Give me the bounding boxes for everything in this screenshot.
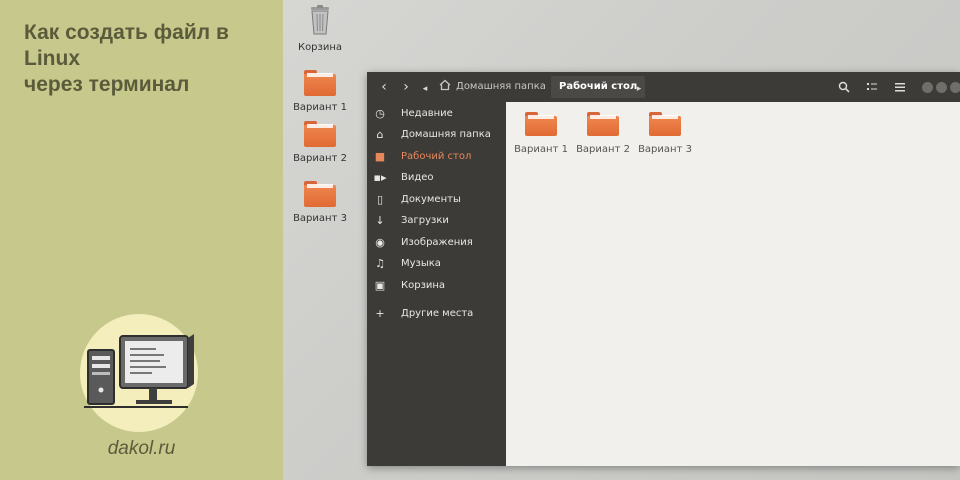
desktop-icon-trash[interactable]: Корзина (282, 4, 358, 53)
desktop-icon-label: Вариант 1 (293, 102, 347, 113)
breadcrumb-scroll-right[interactable]: ▸ (633, 76, 645, 98)
computer-logo-icon (84, 334, 194, 408)
sidebar-item-home[interactable]: ⌂ Домашняя папка (367, 125, 506, 145)
trash-icon: ▣ (374, 279, 386, 292)
breadcrumb-current-label: Рабочий стол (559, 81, 638, 92)
breadcrumb-home[interactable]: Домашняя папка (439, 76, 546, 98)
sidebar-item-label: Недавние (401, 108, 453, 119)
camera-icon: ◉ (375, 236, 385, 249)
desktop-icon-variant-2[interactable]: Вариант 2 (282, 121, 358, 164)
folder-item-label: Вариант 2 (576, 144, 630, 155)
article-title: Как создать файл в Linux через терминал (24, 20, 274, 98)
article-title-line-1: Как создать файл в Linux (24, 21, 229, 70)
folder-icon (587, 112, 619, 136)
chevron-right-icon: › (403, 79, 409, 95)
desktop-icon-label: Вариант 3 (293, 213, 347, 224)
caret-right-icon: ▸ (636, 84, 642, 94)
screenshot-root: Как создать файл в Linux через терминал (0, 0, 960, 480)
sidebar-item-label: Документы (401, 194, 461, 205)
hamburger-menu-icon (895, 83, 905, 92)
folder-icon (304, 181, 336, 207)
list-view-icon (867, 83, 877, 90)
download-icon: ↓ (375, 214, 385, 227)
sidebar-item-desktop[interactable]: ■ Рабочий стол (367, 147, 506, 167)
chevron-left-icon: ‹ (381, 79, 387, 95)
folder-icon (649, 112, 681, 136)
sidebar-item-label: Видео (401, 172, 434, 183)
plus-icon: + (375, 307, 385, 320)
desktop-icon-variant-3[interactable]: Вариант 3 (282, 181, 358, 224)
breadcrumb-current[interactable]: Рабочий стол (551, 76, 646, 98)
sidebar-item-music[interactable]: ♫ Музыка (367, 254, 506, 274)
breadcrumb-scroll-left[interactable]: ◂ (419, 76, 431, 98)
sidebar-item-label: Рабочий стол (401, 151, 472, 162)
sidebar-item-label: Другие места (401, 308, 474, 319)
sidebar-item-pictures[interactable]: ◉ Изображения (367, 233, 506, 253)
document-icon: ▯ (376, 193, 384, 206)
sidebar-item-recent[interactable]: ◷ Недавние (367, 104, 506, 124)
desktop-icon-label: Вариант 2 (293, 153, 347, 164)
sidebar-item-documents[interactable]: ▯ Документы (367, 190, 506, 210)
maximize-button[interactable] (936, 82, 947, 93)
folder-icon: ■ (374, 150, 386, 163)
site-name[interactable]: dakol.ru (0, 438, 283, 460)
folder-icon (304, 121, 336, 147)
sidebar-item-downloads[interactable]: ↓ Загрузки (367, 211, 506, 231)
breadcrumb-home-label: Домашняя папка (456, 81, 546, 92)
places-sidebar: ◷ Недавние ⌂ Домашняя папка ■ Рабочий ст… (367, 102, 506, 466)
close-button[interactable] (950, 82, 960, 93)
forward-button[interactable]: › (395, 76, 417, 98)
sidebar-item-label: Музыка (401, 258, 441, 269)
caret-left-icon: ◂ (422, 84, 428, 94)
folder-icon (304, 70, 336, 96)
home-icon (439, 79, 451, 91)
sidebar-item-label: Корзина (401, 280, 446, 291)
folder-item-label: Вариант 1 (514, 144, 568, 155)
sidebar-item-other-locations[interactable]: + Другие места (367, 304, 506, 324)
clock-icon: ◷ (375, 107, 385, 120)
folder-item-variant-1[interactable]: Вариант 1 (508, 112, 574, 155)
desktop-icon-label: Корзина (297, 42, 343, 53)
sidebar-item-trash[interactable]: ▣ Корзина (367, 276, 506, 296)
folder-icon (525, 112, 557, 136)
folder-item-variant-2[interactable]: Вариант 2 (570, 112, 636, 155)
back-button[interactable]: ‹ (373, 76, 395, 98)
desktop-icon-variant-1[interactable]: Вариант 1 (282, 70, 358, 113)
view-list-button[interactable] (861, 76, 883, 98)
trash-icon (311, 5, 329, 35)
home-icon: ⌂ (376, 128, 384, 141)
sidebar-item-label: Домашняя папка (401, 129, 491, 140)
minimize-button[interactable] (922, 82, 933, 93)
file-manager-window: ‹ › ◂ Домашняя папка Рабочий стол ▸ ◷ Не… (367, 72, 960, 466)
article-banner: Как создать файл в Linux через терминал (0, 0, 283, 480)
search-button[interactable] (833, 76, 855, 98)
article-title-line-2: через терминал (24, 73, 190, 96)
sidebar-item-label: Изображения (401, 237, 473, 248)
folder-item-label: Вариант 3 (638, 144, 692, 155)
search-icon (838, 81, 850, 93)
sidebar-item-label: Загрузки (401, 215, 449, 226)
menu-button[interactable] (889, 76, 911, 98)
sidebar-item-video[interactable]: ▪▸ Видео (367, 168, 506, 188)
file-view: Вариант 1 Вариант 2 Вариант 3 (506, 102, 960, 466)
video-icon: ▪▸ (373, 171, 387, 184)
header-bar: ‹ › ◂ Домашняя папка Рабочий стол ▸ (367, 72, 960, 102)
folder-item-variant-3[interactable]: Вариант 3 (632, 112, 698, 155)
music-icon: ♫ (375, 257, 385, 270)
